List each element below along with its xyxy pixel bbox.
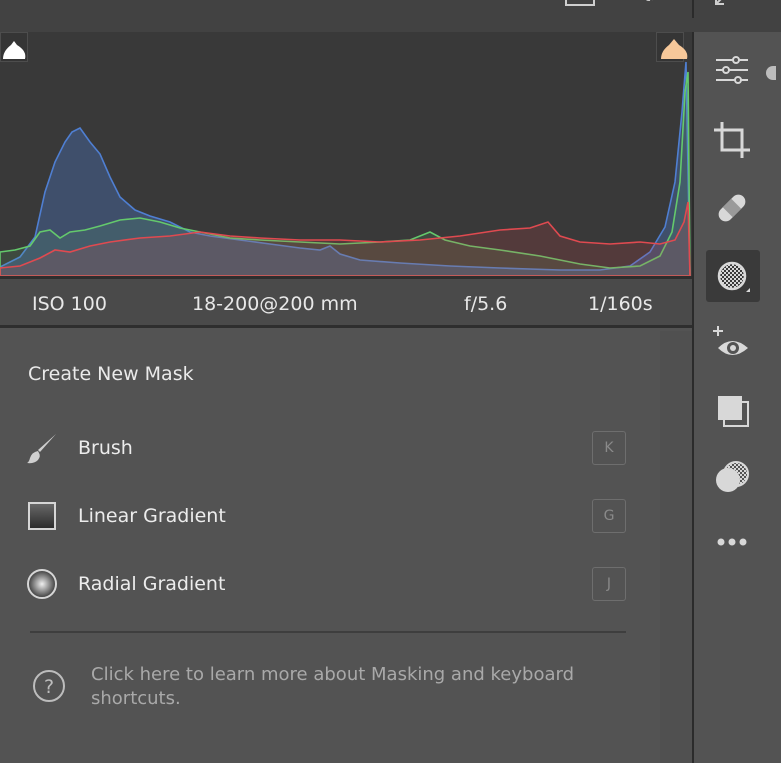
radial-gradient-icon <box>27 569 57 599</box>
presets-button[interactable] <box>712 390 752 430</box>
more-icon <box>717 538 747 546</box>
tool-rail <box>692 32 781 763</box>
shadow-clipping-warning[interactable] <box>0 32 28 62</box>
presets-icon <box>718 396 749 427</box>
panel-divider <box>30 631 626 633</box>
rail-scroll-handle[interactable] <box>766 66 776 80</box>
aperture-value: f/5.6 <box>464 293 508 315</box>
help-question-icon[interactable]: ? <box>32 669 66 703</box>
camera-info-bar: ISO 100 18-200@200 mm f/5.6 1/160s <box>0 276 692 328</box>
radial-gradient-shortcut-key: J <box>592 567 626 601</box>
histogram-plot <box>0 61 691 276</box>
settings-gear-icon[interactable] <box>636 0 662 8</box>
highlight-clipping-warning[interactable] <box>656 32 688 62</box>
healing-button[interactable] <box>712 188 752 228</box>
shutter-speed-value: 1/160s <box>588 293 653 315</box>
toolbar-divider <box>692 0 694 18</box>
mix-icon <box>716 461 749 492</box>
mix-button[interactable] <box>712 458 752 498</box>
brush-label: Brush <box>78 437 133 459</box>
svg-text:?: ? <box>44 676 54 698</box>
iso-value: ISO 100 <box>32 293 107 315</box>
crop-icon <box>714 122 750 158</box>
masking-help-link[interactable]: Click here to learn more about Masking a… <box>91 663 611 711</box>
linear-gradient-tool-row[interactable]: Linear Gradient G <box>0 491 660 541</box>
radial-gradient-tool-row[interactable]: Radial Gradient J <box>0 559 660 609</box>
red-eye-button[interactable] <box>712 324 752 364</box>
linear-gradient-shortcut-key: G <box>592 499 626 533</box>
radial-gradient-label: Radial Gradient <box>78 573 226 595</box>
masking-button[interactable] <box>712 256 752 296</box>
highlight-clip-triangle-icon <box>661 39 688 59</box>
top-toolbar <box>0 0 781 32</box>
healing-icon <box>718 194 746 222</box>
masking-panel: Create New Mask Brush K Linear Gradient … <box>0 331 660 763</box>
crop-button[interactable] <box>712 120 752 160</box>
panel-title: Create New Mask <box>28 363 194 385</box>
panel-scroll-track[interactable] <box>660 331 692 763</box>
linear-gradient-label: Linear Gradient <box>78 505 226 527</box>
brush-icon <box>27 434 56 464</box>
sliders-icon <box>716 56 748 84</box>
brush-shortcut-key: K <box>592 431 626 465</box>
shadow-clip-triangle-icon <box>3 41 26 59</box>
histogram <box>0 32 692 276</box>
red-eye-icon <box>713 326 748 355</box>
lens-value: 18-200@200 mm <box>192 293 358 315</box>
linear-gradient-icon <box>28 502 56 530</box>
masking-icon <box>717 261 750 292</box>
edit-sliders-button[interactable] <box>712 50 752 90</box>
brush-tool-row[interactable]: Brush K <box>0 423 660 473</box>
more-options-button[interactable] <box>712 522 752 562</box>
compare-view-icon[interactable] <box>565 0 595 6</box>
collapse-arrow-icon[interactable] <box>712 0 732 10</box>
